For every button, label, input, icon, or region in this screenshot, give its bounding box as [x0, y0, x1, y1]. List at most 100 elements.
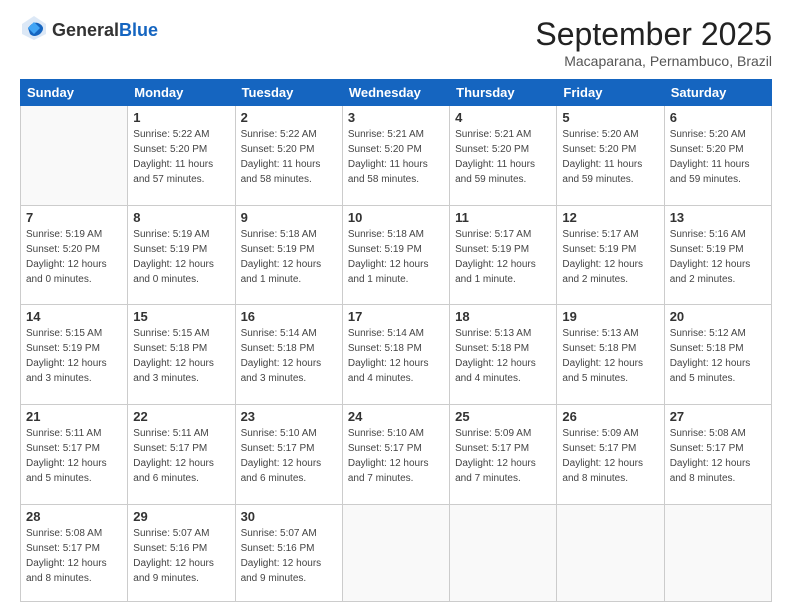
day-info: Sunrise: 5:22 AM Sunset: 5:20 PM Dayligh… [133, 127, 229, 187]
table-row: 4Sunrise: 5:21 AM Sunset: 5:20 PM Daylig… [450, 106, 557, 206]
col-tuesday: Tuesday [235, 80, 342, 106]
logo-blue: Blue [119, 20, 158, 40]
table-row: 6Sunrise: 5:20 AM Sunset: 5:20 PM Daylig… [664, 106, 771, 206]
table-row: 30 Sunrise: 5:07 AM Sunset: 5:16 PM Dayli… [235, 504, 342, 601]
table-row: 19 Sunrise: 5:13 AM Sunset: 5:18 PM Dayli… [557, 305, 664, 405]
header: GeneralBlue September 2025 Macaparana, P… [20, 16, 772, 69]
day-info: Sunrise: 5:21 AM Sunset: 5:20 PM Dayligh… [348, 127, 444, 187]
table-row: 27Sunrise: 5:08 AM Sunset: 5:17 PM Dayli… [664, 404, 771, 504]
day-info: Sunrise: 5:14 AM Sunset: 5:18 PM Dayligh… [348, 326, 444, 386]
table-row: 22 Sunrise: 5:11 AM Sunset: 5:17 PM Dayli… [128, 404, 235, 504]
table-row: 8 Sunrise: 5:19 AM Sunset: 5:19 PM Daylig… [128, 205, 235, 305]
day-info: Sunrise: 5:18 AM Sunset: 5:19 PM Dayligh… [241, 227, 337, 287]
day-info: Sunrise: 5:22 AM Sunset: 5:20 PM Dayligh… [241, 127, 337, 187]
day-info: Sunrise: 5:11 AM Sunset: 5:17 PM Dayligh… [133, 426, 229, 486]
day-info: Sunrise: 5:10 AM Sunset: 5:17 PM Dayligh… [241, 426, 337, 486]
day-number: 7 [26, 210, 122, 225]
col-wednesday: Wednesday [342, 80, 449, 106]
day-number: 22 [133, 409, 229, 424]
col-thursday: Thursday [450, 80, 557, 106]
table-row: 2 Sunrise: 5:22 AM Sunset: 5:20 PM Daylig… [235, 106, 342, 206]
day-number: 19 [562, 309, 658, 324]
day-info: Sunrise: 5:19 AM Sunset: 5:19 PM Dayligh… [133, 227, 229, 287]
table-row: 15 Sunrise: 5:15 AM Sunset: 5:18 PM Dayli… [128, 305, 235, 405]
day-info: Sunrise: 5:11 AM Sunset: 5:17 PM Dayligh… [26, 426, 122, 486]
table-row: 13Sunrise: 5:16 AM Sunset: 5:19 PM Dayli… [664, 205, 771, 305]
day-info: Sunrise: 5:15 AM Sunset: 5:19 PM Dayligh… [26, 326, 122, 386]
table-row: 11 Sunrise: 5:17 AM Sunset: 5:19 PM Dayli… [450, 205, 557, 305]
month-title: September 2025 [535, 16, 772, 53]
table-row: 5 Sunrise: 5:20 AM Sunset: 5:20 PM Daylig… [557, 106, 664, 206]
table-row: 29 Sunrise: 5:07 AM Sunset: 5:16 PM Dayli… [128, 504, 235, 601]
day-info: Sunrise: 5:14 AM Sunset: 5:18 PM Dayligh… [241, 326, 337, 386]
table-row: 25Sunrise: 5:09 AM Sunset: 5:17 PM Dayli… [450, 404, 557, 504]
day-info: Sunrise: 5:08 AM Sunset: 5:17 PM Dayligh… [26, 526, 122, 586]
table-row: 16 Sunrise: 5:14 AM Sunset: 5:18 PM Dayli… [235, 305, 342, 405]
day-info: Sunrise: 5:17 AM Sunset: 5:19 PM Dayligh… [455, 227, 551, 287]
day-info: Sunrise: 5:07 AM Sunset: 5:16 PM Dayligh… [241, 526, 337, 586]
day-number: 12 [562, 210, 658, 225]
location-subtitle: Macaparana, Pernambuco, Brazil [535, 53, 772, 69]
day-info: Sunrise: 5:09 AM Sunset: 5:17 PM Dayligh… [562, 426, 658, 486]
day-number: 27 [670, 409, 766, 424]
table-row: 20 Sunrise: 5:12 AM Sunset: 5:18 PM Dayli… [664, 305, 771, 405]
day-info: Sunrise: 5:10 AM Sunset: 5:17 PM Dayligh… [348, 426, 444, 486]
day-number: 1 [133, 110, 229, 125]
day-number: 30 [241, 509, 337, 524]
day-info: Sunrise: 5:13 AM Sunset: 5:18 PM Dayligh… [455, 326, 551, 386]
day-number: 5 [562, 110, 658, 125]
col-saturday: Saturday [664, 80, 771, 106]
table-row: 17 Sunrise: 5:14 AM Sunset: 5:18 PM Dayli… [342, 305, 449, 405]
calendar-header-row: Sunday Monday Tuesday Wednesday Thursday… [21, 80, 772, 106]
day-number: 21 [26, 409, 122, 424]
table-row: 3 Sunrise: 5:21 AM Sunset: 5:20 PM Daylig… [342, 106, 449, 206]
table-row: 10 Sunrise: 5:18 AM Sunset: 5:19 PM Dayli… [342, 205, 449, 305]
day-number: 9 [241, 210, 337, 225]
day-number: 29 [133, 509, 229, 524]
table-row: 26 Sunrise: 5:09 AM Sunset: 5:17 PM Dayli… [557, 404, 664, 504]
day-number: 16 [241, 309, 337, 324]
table-row: 18 Sunrise: 5:13 AM Sunset: 5:18 PM Dayli… [450, 305, 557, 405]
day-info: Sunrise: 5:19 AM Sunset: 5:20 PM Dayligh… [26, 227, 122, 287]
day-info: Sunrise: 5:17 AM Sunset: 5:19 PM Dayligh… [562, 227, 658, 287]
day-number: 3 [348, 110, 444, 125]
day-info: Sunrise: 5:15 AM Sunset: 5:18 PM Dayligh… [133, 326, 229, 386]
col-monday: Monday [128, 80, 235, 106]
table-row: 14 Sunrise: 5:15 AM Sunset: 5:19 PM Dayli… [21, 305, 128, 405]
day-info: Sunrise: 5:12 AM Sunset: 5:18 PM Dayligh… [670, 326, 766, 386]
day-info: Sunrise: 5:13 AM Sunset: 5:18 PM Dayligh… [562, 326, 658, 386]
table-row: 21 Sunrise: 5:11 AM Sunset: 5:17 PM Dayli… [21, 404, 128, 504]
day-number: 26 [562, 409, 658, 424]
day-number: 17 [348, 309, 444, 324]
day-number: 11 [455, 210, 551, 225]
day-number: 24 [348, 409, 444, 424]
calendar-table: Sunday Monday Tuesday Wednesday Thursday… [20, 79, 772, 602]
logo: GeneralBlue [20, 16, 158, 44]
day-number: 20 [670, 309, 766, 324]
table-row: 9 Sunrise: 5:18 AM Sunset: 5:19 PM Daylig… [235, 205, 342, 305]
day-number: 6 [670, 110, 766, 125]
day-number: 10 [348, 210, 444, 225]
page: GeneralBlue September 2025 Macaparana, P… [0, 0, 792, 612]
table-row: 7 Sunrise: 5:19 AM Sunset: 5:20 PM Daylig… [21, 205, 128, 305]
table-row: 1 Sunrise: 5:22 AM Sunset: 5:20 PM Daylig… [128, 106, 235, 206]
day-number: 18 [455, 309, 551, 324]
logo-text: GeneralBlue [52, 20, 158, 41]
day-info: Sunrise: 5:18 AM Sunset: 5:19 PM Dayligh… [348, 227, 444, 287]
logo-general: General [52, 20, 119, 40]
day-number: 8 [133, 210, 229, 225]
day-info: Sunrise: 5:21 AM Sunset: 5:20 PM Dayligh… [455, 127, 551, 187]
table-row: 23Sunrise: 5:10 AM Sunset: 5:17 PM Dayli… [235, 404, 342, 504]
day-info: Sunrise: 5:07 AM Sunset: 5:16 PM Dayligh… [133, 526, 229, 586]
day-number: 15 [133, 309, 229, 324]
table-row: 28 Sunrise: 5:08 AM Sunset: 5:17 PM Dayli… [21, 504, 128, 601]
table-row [664, 504, 771, 601]
table-row [450, 504, 557, 601]
table-row [342, 504, 449, 601]
day-number: 2 [241, 110, 337, 125]
day-info: Sunrise: 5:09 AM Sunset: 5:17 PM Dayligh… [455, 426, 551, 486]
day-number: 28 [26, 509, 122, 524]
day-number: 14 [26, 309, 122, 324]
table-row [21, 106, 128, 206]
day-info: Sunrise: 5:20 AM Sunset: 5:20 PM Dayligh… [562, 127, 658, 187]
